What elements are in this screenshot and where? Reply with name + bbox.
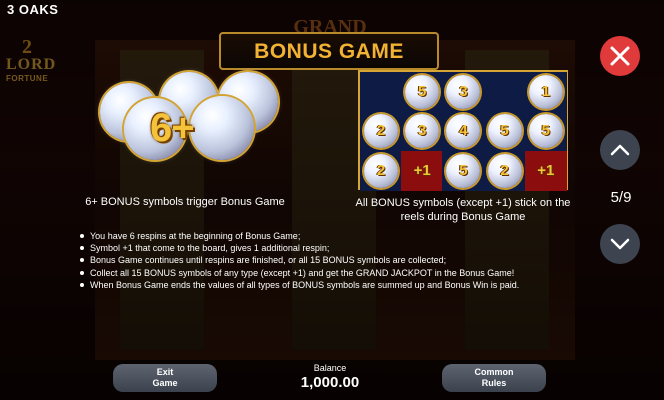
grid-cell-empty [360,72,402,112]
grid-cell-value: 1 [541,83,550,100]
pearl-icon [190,96,254,160]
grid-cell-bonus: 5 [442,150,485,191]
grid-cell-value: 3 [418,122,427,140]
rule-item: Symbol +1 that come to the board, gives … [80,242,580,254]
balance-value: 1,000.00 [300,374,360,391]
grid-cell-value: 5 [459,161,468,179]
grid-cell-value: 5 [418,83,427,100]
grid-cell-bonus: 1 [524,72,567,112]
bonus-grid-illustration: 5 3 1 2 3 4 5 5 2 +1 5 2 +1 [358,70,568,191]
grid-cell-value: 5 [541,122,550,140]
next-page-button[interactable] [600,224,640,264]
grid-cell-bonus: 2 [483,150,526,191]
chevron-down-icon [610,238,630,250]
rule-item: When Bonus Game ends the values of all t… [80,279,580,291]
grid-cell-value: 2 [500,161,509,179]
rule-item: Bonus Game continues until respins are f… [80,254,580,266]
grid-cell-value: 4 [459,122,468,140]
rule-item: Collect all 15 BONUS symbols of any type… [80,267,580,279]
grid-cell-value: 2 [376,161,386,179]
exit-label-line1: Exit [156,367,174,377]
balance-label: Balance [313,363,347,373]
page-title: BONUS GAME [254,40,404,63]
logo-line2: FORTUNE [6,74,49,83]
close-icon [610,46,630,66]
logo-line1: LORD [6,56,57,73]
rules-label-line2: Rules [481,378,507,388]
grid-cell-empty [483,72,526,112]
common-rules-button[interactable]: Common Rules [442,364,546,392]
rules-list: You have 6 respins at the beginning of B… [80,230,580,291]
exit-label-line2: Game [152,378,178,388]
grid-cell-bonus: 2 [360,150,402,191]
grid-cell-bonus: 2 [360,111,402,152]
grid-cell-value: +1 [537,161,555,179]
grid-cell-bonus: 5 [401,72,444,112]
chevron-up-icon [610,144,630,156]
rule-item: You have 6 respins at the beginning of B… [80,230,580,242]
game-logo: 2 LORD FORTUNE [0,36,70,88]
grid-cell-value: +1 [413,161,431,179]
grid-cell-value: 5 [500,122,509,140]
grid-cell-bonus: 4 [442,111,485,152]
close-button[interactable] [600,36,640,76]
left-caption: 6+ BONUS symbols trigger Bonus Game [85,196,285,208]
prev-page-button[interactable] [600,130,640,170]
grid-cell-bonus: 5 [524,111,567,152]
grid-cell-bonus: 3 [442,72,485,112]
grid-cell-value: 3 [459,83,468,100]
rules-label-line1: Common [474,367,514,377]
brand-label: 3 OAKS [7,2,59,17]
trigger-count-badge: 6+ [150,106,195,150]
right-caption: All BONUS symbols (except +1) stick on t… [355,197,571,223]
grid-cell-bonus: 5 [483,111,526,152]
exit-game-button[interactable]: Exit Game [113,364,217,392]
grid-cell-plus-one: +1 [524,150,567,191]
page-indicator: 5/9 [610,189,632,206]
grid-cell-bonus: 3 [401,111,444,152]
grid-cell-value: 2 [376,122,386,140]
grid-cell-plus-one: +1 [401,150,444,191]
